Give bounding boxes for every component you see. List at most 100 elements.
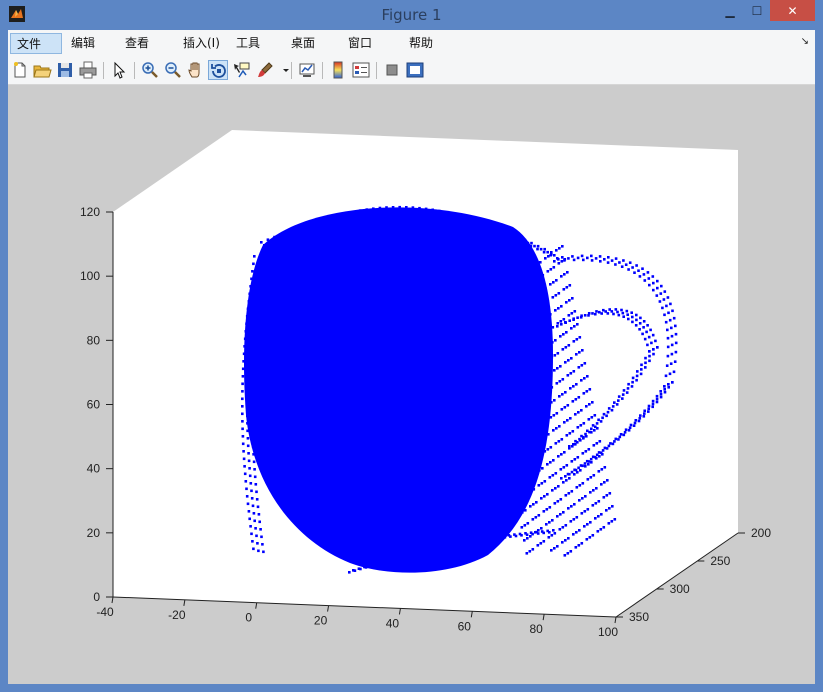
data-point	[565, 301, 568, 304]
menu-file[interactable]: 文件(F)	[10, 33, 62, 72]
data-point	[594, 257, 598, 260]
data-point	[518, 365, 521, 368]
data-point	[553, 502, 557, 505]
close-button[interactable]: ✕	[770, 0, 815, 21]
data-point	[335, 218, 339, 221]
menu-tools[interactable]: 工具(T)	[230, 33, 280, 71]
data-point	[516, 307, 519, 310]
data-point	[500, 319, 503, 322]
data-point	[425, 549, 429, 553]
dock-arrow-icon[interactable]: ↘	[801, 36, 809, 47]
maximize-button[interactable]: ☐	[744, 0, 770, 21]
data-point	[262, 265, 265, 269]
data-point	[634, 324, 638, 327]
data-point	[576, 426, 580, 429]
menu-insert[interactable]: 插入(I)	[177, 33, 227, 54]
pan-button[interactable]	[186, 60, 206, 80]
data-point	[594, 502, 598, 505]
data-point	[531, 548, 535, 551]
menu-edit[interactable]: 编辑(E)	[65, 33, 117, 71]
data-point	[322, 222, 325, 225]
menu-desktop[interactable]: 桌面(D)	[285, 33, 337, 71]
data-point	[586, 523, 589, 526]
data-point	[561, 526, 565, 529]
title-bar[interactable]: Figure 1 ▁ ☐ ✕	[0, 0, 823, 30]
data-cursor-button[interactable]	[231, 60, 251, 80]
data-point	[531, 532, 534, 536]
legend-icon	[352, 62, 370, 78]
axes-3d[interactable]: 0 20 40 60 80 100 120 -40 -20 0 20 40 60 80 100 200 25…	[8, 85, 815, 684]
data-point	[543, 302, 547, 305]
data-point	[529, 490, 533, 493]
colorbar-button[interactable]	[328, 60, 348, 80]
data-point	[622, 259, 625, 262]
data-point	[674, 350, 678, 354]
zoom-out-button[interactable]	[163, 60, 183, 80]
data-point	[572, 340, 576, 343]
data-point	[647, 335, 651, 339]
data-point	[579, 424, 583, 427]
z-tick-label: 60	[87, 398, 101, 412]
data-point	[509, 431, 512, 434]
data-point	[241, 412, 244, 416]
close-icon: ✕	[787, 3, 798, 18]
data-point	[599, 420, 603, 423]
data-point	[569, 417, 572, 420]
data-point	[655, 400, 659, 404]
data-point	[640, 363, 643, 367]
data-point	[645, 330, 648, 334]
data-point	[571, 255, 574, 258]
data-point	[547, 255, 550, 258]
data-point	[570, 505, 573, 508]
data-point	[674, 341, 678, 345]
data-point	[558, 247, 561, 250]
zoom-in-button[interactable]	[140, 60, 160, 80]
menu-window[interactable]: 窗口(W)	[342, 33, 398, 71]
edit-plot-button[interactable]	[109, 60, 129, 80]
link-plot-button[interactable]	[297, 60, 317, 80]
data-point	[251, 504, 255, 508]
data-point	[254, 287, 257, 290]
data-point	[627, 317, 630, 321]
menu-help[interactable]: 帮助(H)	[403, 33, 455, 71]
toolbar-separator	[291, 62, 292, 79]
show-plot-tools-button[interactable]	[405, 60, 425, 80]
data-point	[497, 227, 500, 231]
data-point	[246, 414, 249, 418]
new-figure-button[interactable]	[10, 60, 30, 80]
data-point	[352, 210, 355, 214]
rotate-3d-button[interactable]	[208, 60, 228, 80]
data-point	[552, 429, 555, 432]
data-point	[403, 555, 407, 558]
data-point	[627, 382, 630, 386]
data-point	[584, 465, 587, 468]
data-point	[241, 420, 244, 423]
data-point	[528, 550, 532, 553]
data-point	[517, 235, 520, 239]
data-point	[398, 205, 401, 209]
data-point	[558, 528, 562, 531]
print-button[interactable]	[78, 60, 98, 80]
data-point	[570, 470, 574, 474]
data-point	[253, 348, 256, 351]
legend-button[interactable]	[351, 60, 371, 80]
menu-view[interactable]: 查看(V)	[119, 33, 171, 71]
data-point	[550, 401, 553, 404]
brush-button[interactable]	[255, 60, 275, 80]
data-point	[544, 390, 548, 393]
figure-canvas[interactable]: 0 20 40 60 80 100 120 -40 -20 0 20 40 60 80 100 200 25…	[8, 85, 815, 684]
data-point	[518, 513, 521, 516]
data-point	[569, 387, 572, 390]
data-point	[530, 430, 534, 433]
open-file-button[interactable]	[32, 60, 52, 80]
data-point	[318, 227, 322, 230]
data-point	[500, 230, 503, 234]
data-point	[635, 318, 638, 322]
data-point	[544, 257, 547, 260]
save-button[interactable]	[55, 60, 75, 80]
brush-dropdown-button[interactable]	[276, 60, 289, 80]
hide-plot-tools-button[interactable]	[382, 60, 402, 80]
data-point	[248, 517, 251, 521]
data-point	[639, 414, 642, 417]
minimize-button[interactable]: ▁	[717, 0, 743, 21]
